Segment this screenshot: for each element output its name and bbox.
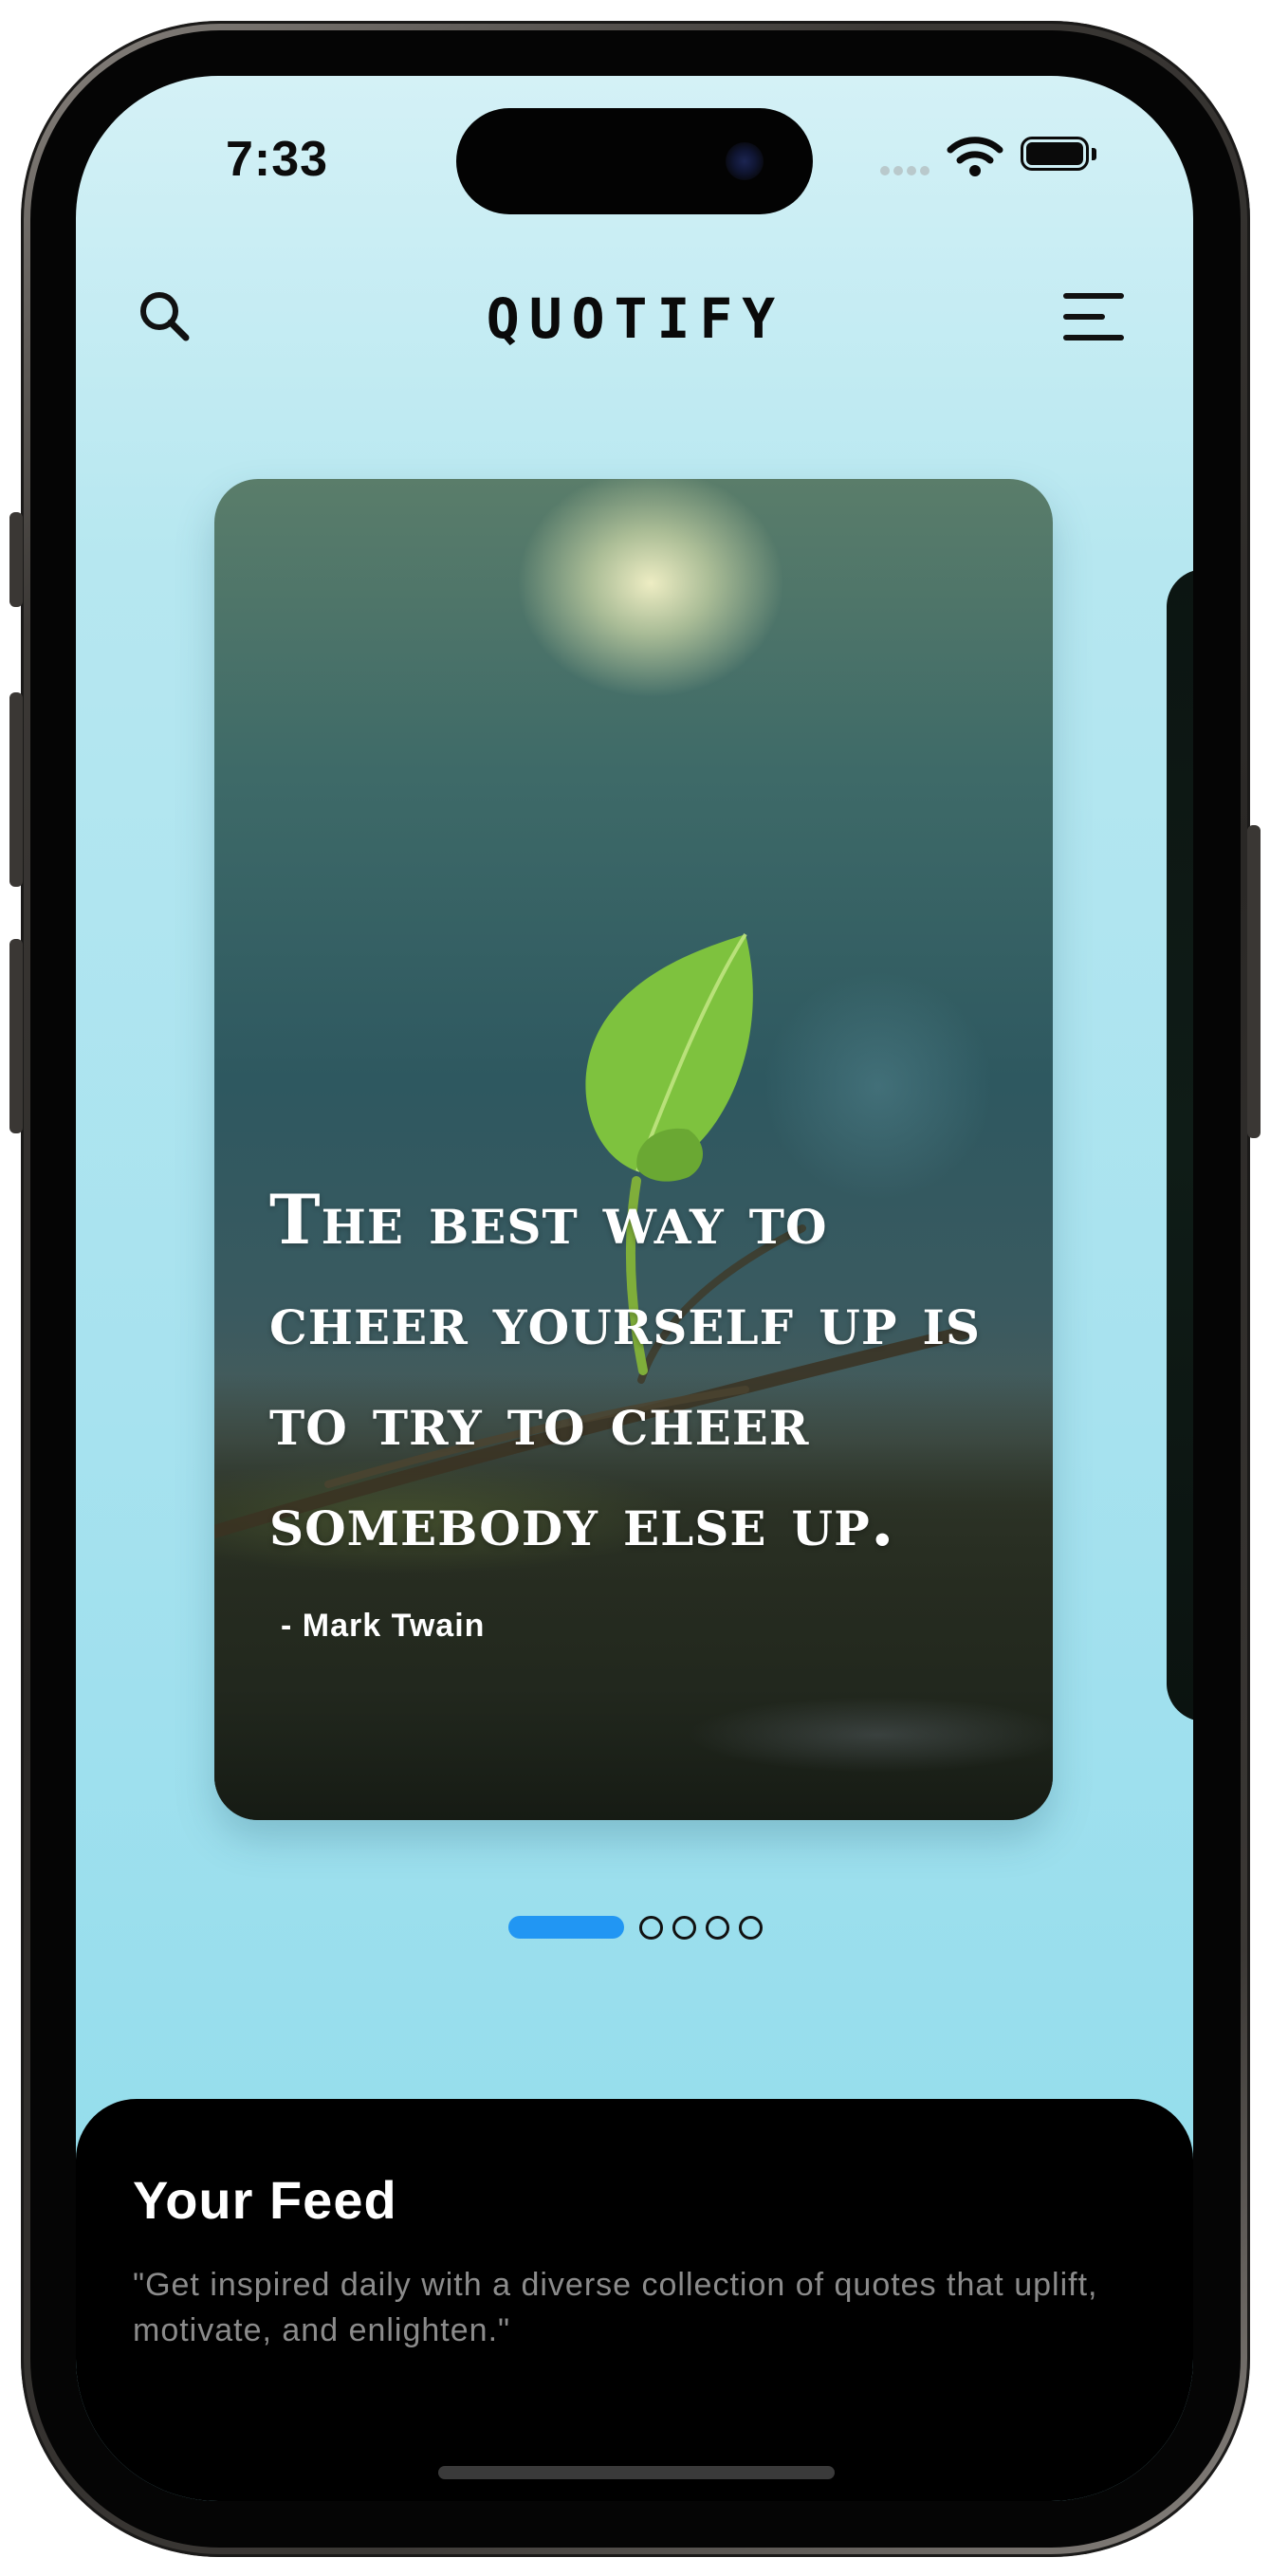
app-logo: QUOTIFY (486, 286, 785, 351)
battery-icon (1021, 137, 1089, 171)
feed-panel[interactable]: Your Feed "Get inspired daily with a div… (76, 2099, 1193, 2501)
status-time: 7:33 (226, 132, 329, 187)
feed-title: Your Feed (133, 2170, 397, 2230)
page-dot[interactable] (739, 1916, 763, 1940)
quote-card[interactable]: The best way to cheer yourself up is to … (214, 479, 1053, 1820)
home-indicator[interactable] (438, 2466, 835, 2479)
quote-text: The best way to cheer yourself up is to … (269, 1179, 981, 1561)
feed-description: "Get inspired daily with a diverse colle… (133, 2267, 1098, 2348)
menu-icon[interactable] (1060, 288, 1127, 345)
page-dot[interactable] (639, 1916, 663, 1940)
screen: 7:33 QUOTIFY The best way to cheer yours… (76, 76, 1193, 2501)
power-button (1247, 825, 1261, 1138)
battery-cap (1092, 148, 1096, 160)
cellular-signal-icon (880, 163, 933, 180)
page-dot[interactable] (672, 1916, 696, 1940)
volume-up-button (9, 692, 23, 887)
page-dot-active[interactable] (508, 1916, 624, 1939)
action-button (9, 512, 23, 607)
next-quote-card-peek[interactable] (1167, 569, 1193, 1721)
search-icon[interactable] (135, 286, 195, 347)
quote-author: - Mark Twain (281, 1608, 486, 1644)
page-dot[interactable] (706, 1916, 729, 1940)
wifi-icon (947, 137, 1003, 176)
volume-down-button (9, 939, 23, 1133)
dynamic-island (456, 108, 813, 214)
front-camera (726, 142, 764, 180)
